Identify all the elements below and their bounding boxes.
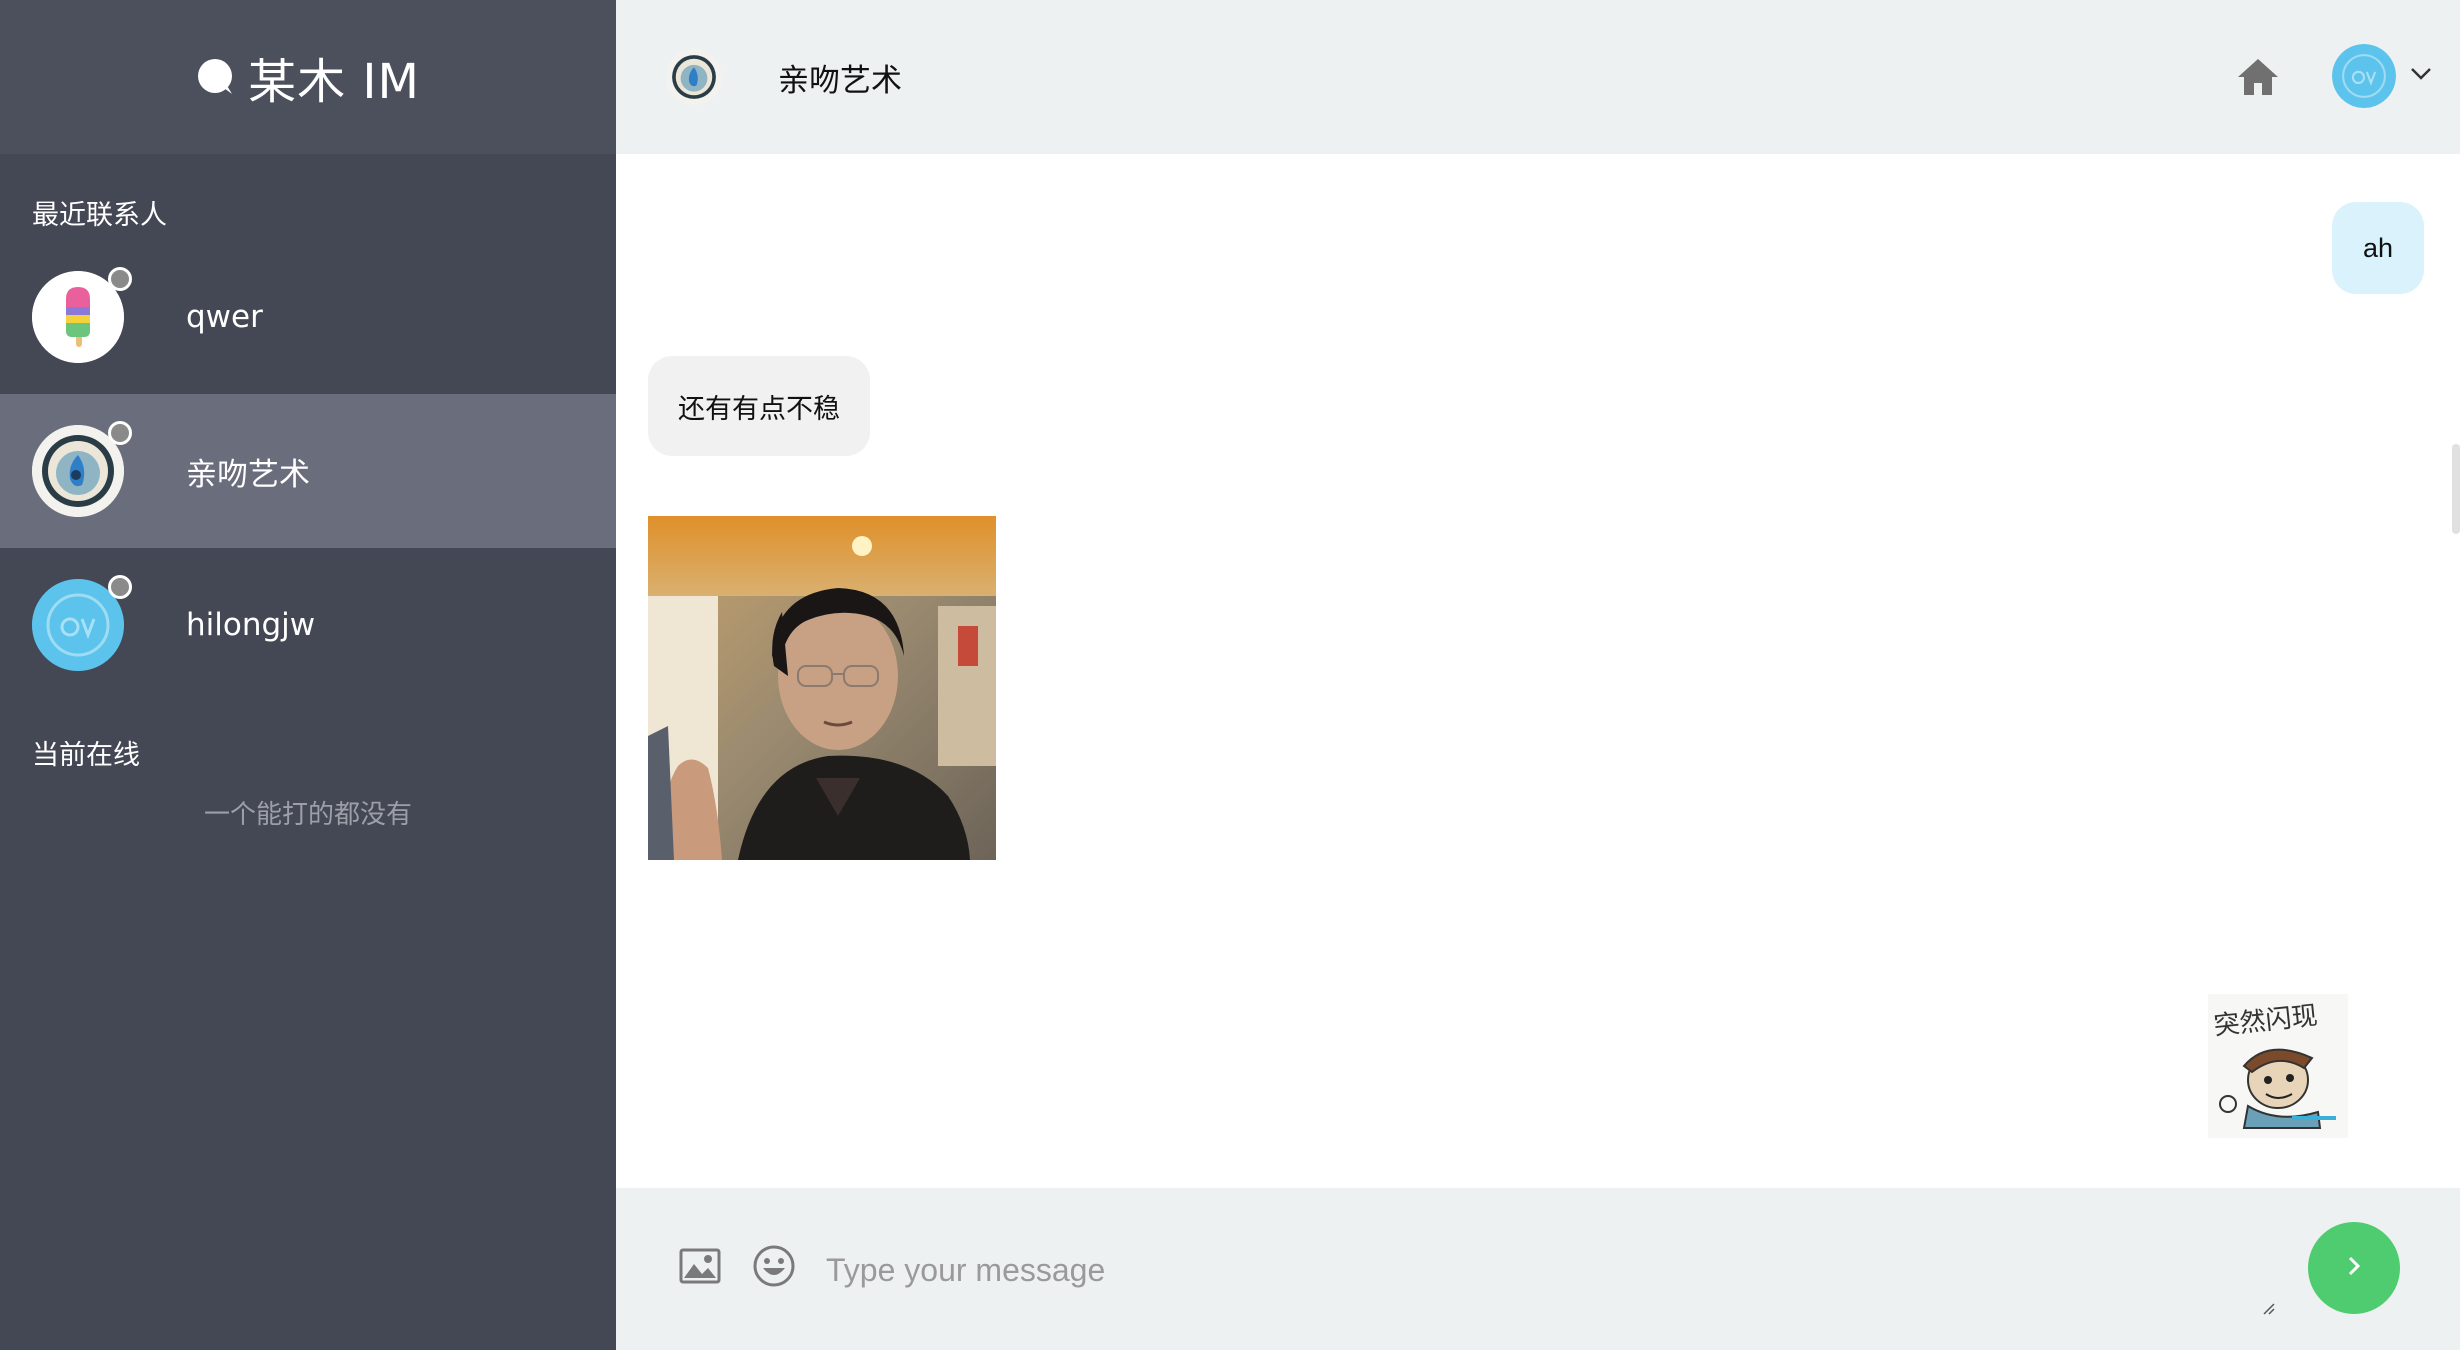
brand-header: 某木 IM (0, 0, 616, 154)
message-composer (616, 1188, 2460, 1350)
contact-item-hilongjw[interactable]: hilongjw (0, 548, 616, 702)
sidebar: 某木 IM 最近联系人 qwer 亲吻艺术 hilongjw 当前在线 一个能打… (0, 0, 616, 1350)
image-message[interactable] (648, 516, 996, 860)
avatar-wrap (32, 267, 132, 363)
message-list: ah 还有有点不稳 突然闪现 (616, 154, 2460, 1188)
status-dot (108, 575, 132, 599)
scrollbar-thumb[interactable] (2452, 444, 2460, 534)
message-bubble-outgoing: ah (2332, 202, 2424, 294)
smiley-icon[interactable] (752, 1244, 796, 1288)
message-bubble-incoming: 还有有点不稳 (648, 356, 870, 456)
contact-item-qinwen-yishu[interactable]: 亲吻艺术 (0, 394, 616, 548)
resize-grip-icon[interactable] (2260, 1300, 2276, 1316)
avatar-wrap (32, 575, 132, 671)
contact-name: hilongjw (186, 607, 316, 643)
recent-contacts-title: 最近联系人 (32, 199, 167, 231)
home-icon[interactable] (2236, 55, 2280, 99)
chat-header: 亲吻艺术 (616, 0, 2460, 154)
chevron-down-icon (2410, 67, 2432, 86)
contact-name: 亲吻艺术 (186, 456, 310, 493)
status-dot (108, 267, 132, 291)
chat-bubble-icon (196, 58, 234, 96)
image-icon[interactable] (678, 1244, 722, 1288)
send-button[interactable] (2308, 1222, 2400, 1314)
status-dot (108, 421, 132, 445)
ov-logo-avatar (2332, 44, 2396, 108)
online-empty-note: 一个能打的都没有 (203, 800, 412, 830)
message-input[interactable] (826, 1226, 2206, 1318)
online-users-title: 当前在线 (32, 739, 140, 771)
chat-title: 亲吻艺术 (778, 62, 902, 99)
contact-name: qwer (186, 299, 263, 335)
avatar-wrap (32, 421, 132, 517)
brand-name: 某木 IM (248, 54, 420, 110)
sticker-message[interactable]: 突然闪现 (2208, 994, 2348, 1138)
chevron-right-icon (2342, 1254, 2366, 1283)
abstract-art-avatar[interactable] (666, 49, 722, 105)
user-menu[interactable] (2332, 44, 2432, 108)
contact-item-qwer[interactable]: qwer (0, 240, 616, 394)
